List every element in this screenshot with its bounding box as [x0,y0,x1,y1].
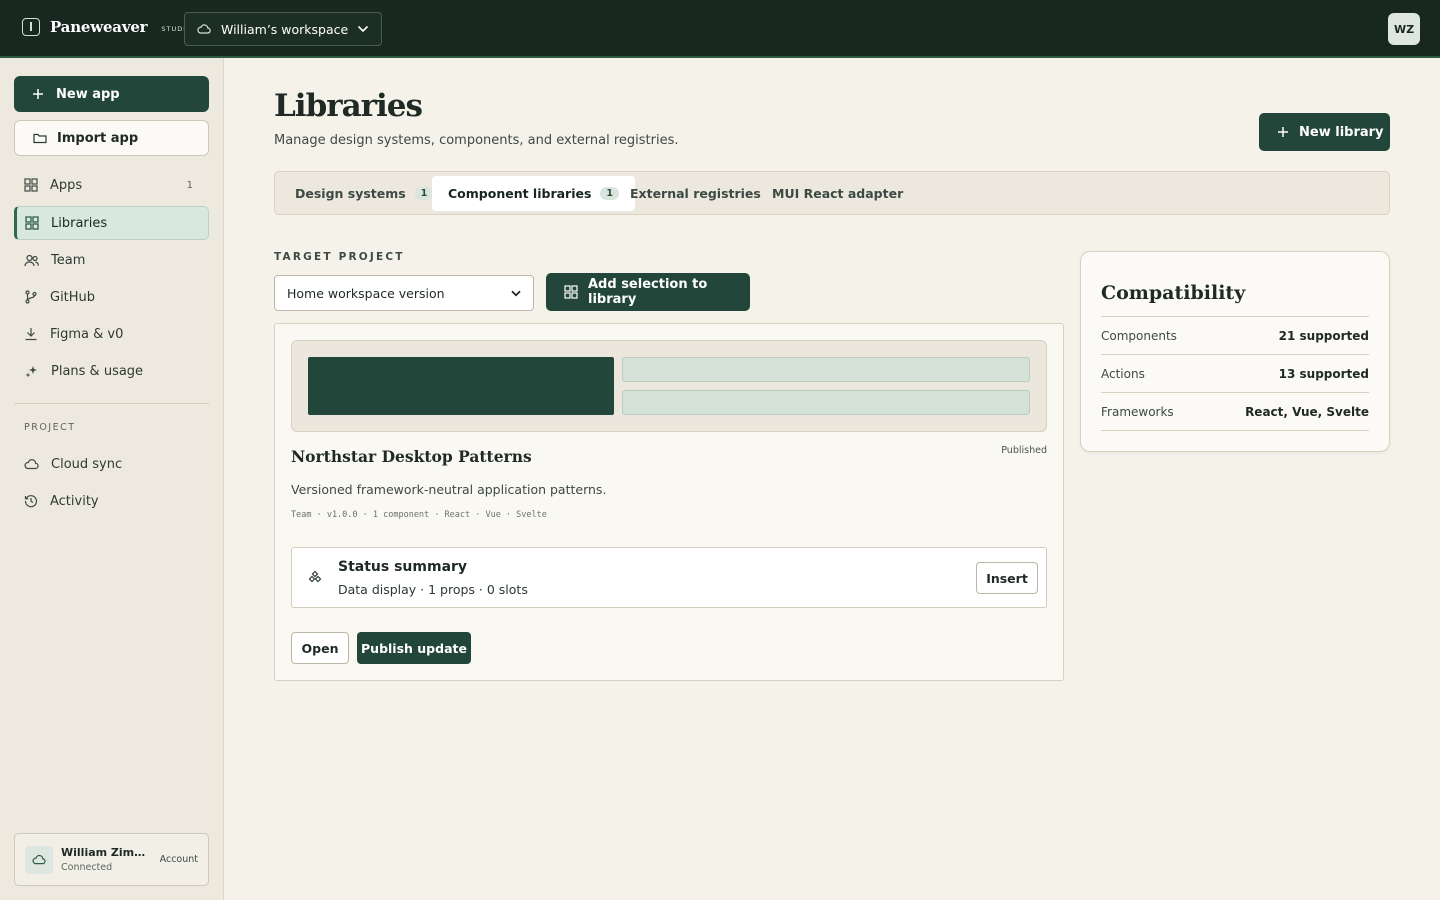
tab-mui-react-adapter[interactable]: MUI React adapter [756,176,919,211]
sidebar-item-team[interactable]: Team [14,243,209,277]
library-description: Versioned framework-neutral application … [291,482,607,497]
tab-component-libraries[interactable]: Component libraries 1 [432,176,636,211]
sidebar-item-label: Apps [50,177,83,193]
sidebar-item-figma[interactable]: Figma & v0 [14,317,209,351]
plus-icon [1277,126,1289,138]
account-status: Connected [61,862,113,873]
open-button[interactable]: Open [291,632,349,664]
target-project-value: Home workspace version [287,285,445,301]
top-bar: Paneweaver STUDIO William’s workspace WZ [0,0,1440,58]
import-app-button[interactable]: Import app [14,120,209,156]
brand-logo-icon [22,18,40,36]
avatar[interactable]: WZ [1388,13,1420,45]
sparkle-icon [24,364,39,379]
library-card: Northstar Desktop Patterns Published Ver… [274,323,1064,681]
sidebar-item-label: Plans & usage [51,363,144,379]
sidebar-item-label: GitHub [50,289,96,305]
apps-count: 1 [186,179,193,191]
chevron-down-icon [357,25,369,33]
cloud-icon [197,23,211,35]
compatibility-divider [1101,430,1369,431]
tab-label: MUI React adapter [772,186,904,201]
cloud-icon [24,458,39,470]
sidebar-item-libraries[interactable]: Libraries [14,206,209,240]
insert-button[interactable]: Insert [976,562,1038,594]
component-details: Data display · 1 props · 0 slots [338,582,528,597]
compatibility-row: Actions 13 supported [1101,354,1369,392]
compatibility-value: 21 supported [1278,328,1369,343]
page-title: Libraries [274,88,423,124]
library-meta: Team · v1.0.0 · 1 component · React · Vu… [291,510,547,520]
component-icon [308,570,322,584]
add-selection-label: Add selection to library [588,277,708,307]
project-section-heading: PROJECT [24,422,76,433]
compatibility-panel: Compatibility Components 21 supported Ac… [1080,251,1390,452]
compatibility-title: Compatibility [1101,282,1246,304]
sidebar-item-plans[interactable]: Plans & usage [14,354,209,388]
tab-label: External registries [630,186,761,201]
add-selection-button[interactable]: Add selection to library [546,273,750,311]
target-project-label: TARGET PROJECT [274,251,405,263]
preview-block [308,357,614,415]
sidebar-item-label: Activity [50,493,99,509]
new-app-label: New app [56,86,120,102]
component-row: Status summary Data display · 1 props · … [291,547,1047,608]
team-icon [24,254,39,267]
libraries-grid-icon [25,216,39,230]
tab-badge: 1 [414,187,434,200]
publish-update-button[interactable]: Publish update [357,632,471,664]
preview-bar [622,357,1030,382]
history-icon [24,494,38,508]
preview-bar [622,390,1030,415]
sidebar-item-apps[interactable]: Apps 1 [14,168,209,202]
brand-name: Paneweaver [50,18,148,36]
library-preview [291,340,1047,432]
sidebar-item-label: Libraries [51,215,108,231]
brand[interactable]: Paneweaver STUDIO [22,18,192,36]
account-link[interactable]: Account [160,854,198,865]
tab-external-registries[interactable]: External registries [614,176,777,211]
cloud-icon [25,845,53,874]
library-title: Northstar Desktop Patterns [291,447,532,466]
compatibility-key: Actions [1101,366,1145,381]
page-subtitle: Manage design systems, components, and e… [274,133,679,148]
sidebar-item-label: Figma & v0 [50,326,124,342]
compatibility-row: Components 21 supported [1101,316,1369,354]
compatibility-key: Frameworks [1101,404,1174,419]
account-name: William Zimme... [61,846,153,859]
account-card[interactable]: William Zimme... Connected Account [14,833,209,886]
compatibility-value: 13 supported [1278,366,1369,381]
import-app-label: Import app [57,130,139,146]
new-app-button[interactable]: New app [14,76,209,112]
grid-icon [564,285,578,299]
sidebar-item-label: Team [51,252,86,268]
sidebar-item-label: Cloud sync [51,456,123,472]
sidebar: New app Import app Apps 1 Libraries Team… [0,58,224,900]
chevron-down-icon [511,290,521,297]
status-badge: Published [1001,445,1047,456]
sidebar-item-cloud-sync[interactable]: Cloud sync [14,447,209,481]
sidebar-item-github[interactable]: GitHub [14,280,209,314]
new-library-label: New library [1299,124,1384,140]
workspace-name: William’s workspace [221,21,349,37]
folder-icon [33,132,47,144]
tab-label: Component libraries [448,186,592,201]
sidebar-divider [14,403,209,404]
component-name: Status summary [338,559,468,575]
apps-grid-icon [24,178,38,192]
github-branch-icon [24,290,38,304]
sidebar-item-activity[interactable]: Activity [14,484,209,518]
tab-design-systems[interactable]: Design systems 1 [279,176,449,211]
new-library-button[interactable]: New library [1259,113,1390,151]
target-project-select[interactable]: Home workspace version [274,275,534,311]
library-tabs: Design systems 1 Component libraries 1 E… [274,171,1390,215]
download-icon [24,327,38,341]
compatibility-value: React, Vue, Svelte [1245,404,1369,419]
tab-label: Design systems [295,186,406,201]
compatibility-key: Components [1101,328,1177,343]
workspace-switcher[interactable]: William’s workspace [184,12,382,46]
plus-icon [32,88,44,100]
compatibility-row: Frameworks React, Vue, Svelte [1101,392,1369,430]
